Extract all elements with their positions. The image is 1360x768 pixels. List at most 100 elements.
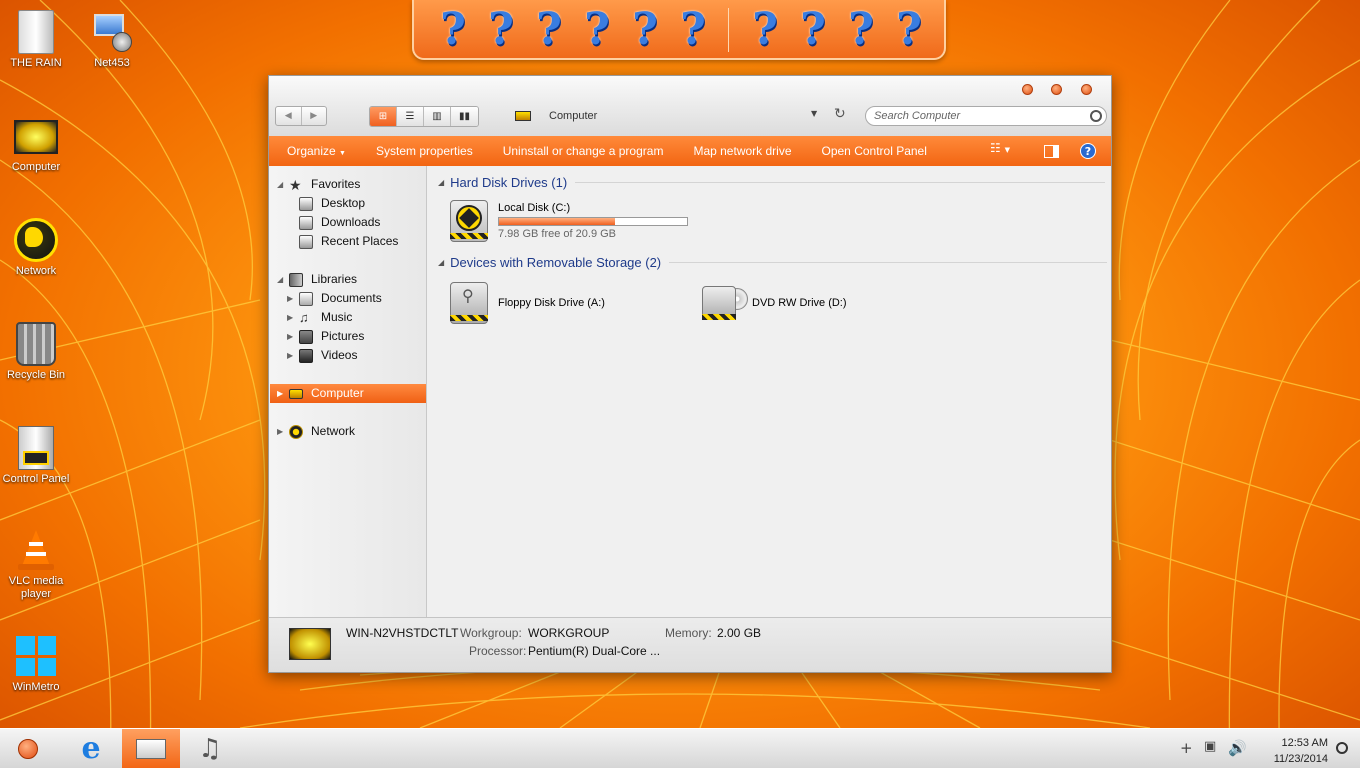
computer-icon bbox=[289, 628, 331, 660]
coverflow-view-button[interactable]: ▮▮ bbox=[451, 107, 478, 126]
memory-value: 2.00 GB bbox=[717, 626, 762, 640]
maximize-button[interactable] bbox=[1051, 84, 1062, 95]
nav-music[interactable]: ▶ ♫ Music bbox=[287, 308, 352, 327]
uninstall-program-button[interactable]: Uninstall or change a program bbox=[488, 144, 679, 158]
minimize-button[interactable] bbox=[1022, 84, 1033, 95]
desktop-icon-net453[interactable]: Net453 bbox=[72, 10, 152, 70]
dock: ? ? ? ? ? ? ? ? ? ? bbox=[412, 0, 946, 60]
taskbar-music-player[interactable]: ♫ bbox=[190, 729, 230, 768]
forward-button[interactable]: ▶ bbox=[300, 107, 327, 125]
list-view-button[interactable]: ☰ bbox=[397, 107, 424, 126]
network-tray-icon[interactable]: ▣ bbox=[1204, 739, 1216, 754]
music-note-icon: ♫ bbox=[198, 734, 222, 764]
nav-downloads[interactable]: Downloads bbox=[299, 213, 380, 232]
refresh-icon[interactable]: ↻ bbox=[834, 106, 846, 122]
columns-view-button[interactable]: ▥ bbox=[424, 107, 451, 126]
nav-buttons: ◀ ▶ bbox=[275, 106, 327, 126]
drive-local-disk-c[interactable]: Local Disk (C:) 7.98 GB free of 20.9 GB bbox=[448, 200, 688, 242]
internet-explorer-icon: e bbox=[81, 731, 101, 766]
downloads-icon bbox=[299, 215, 313, 230]
chevron-down-icon: ▼ bbox=[339, 150, 346, 157]
processor-label: Processor: bbox=[469, 644, 527, 658]
start-button[interactable] bbox=[10, 729, 46, 768]
desktop-icon-computer[interactable]: Computer bbox=[0, 114, 76, 174]
address-dropdown-icon[interactable]: ▼ bbox=[811, 109, 817, 118]
recycle-bin-icon bbox=[16, 322, 56, 366]
back-button[interactable]: ◀ bbox=[276, 107, 301, 125]
desktop-icon-the-rain[interactable]: THE RAIN bbox=[0, 10, 76, 70]
dock-item-1[interactable]: ? bbox=[434, 4, 472, 56]
collapse-icon: ▶ bbox=[287, 351, 294, 360]
organize-button[interactable]: Organize ▼ bbox=[269, 144, 361, 158]
dock-item-4[interactable]: ? bbox=[578, 4, 616, 56]
details-pane: WIN-N2VHSTDCTLT Workgroup: WORKGROUP Mem… bbox=[269, 617, 1111, 672]
drive-dvd-d[interactable]: DVD RW Drive (D:) bbox=[702, 282, 847, 324]
nav-recent-places[interactable]: Recent Places bbox=[299, 232, 398, 251]
change-view-icon[interactable]: ☷ ▼ bbox=[990, 141, 1010, 155]
collapse-icon: ▶ bbox=[277, 427, 284, 436]
desktop-icon-vlc[interactable]: VLC media player bbox=[0, 528, 76, 601]
dock-separator bbox=[728, 8, 729, 52]
view-switcher: ⊞ ☰ ▥ ▮▮ bbox=[369, 106, 479, 127]
folder-icon bbox=[136, 739, 166, 759]
show-hidden-icons-icon[interactable]: + bbox=[1180, 739, 1193, 757]
nav-pictures[interactable]: ▶ Pictures bbox=[287, 327, 364, 346]
nav-network[interactable]: ▶ Network bbox=[277, 422, 355, 441]
videos-icon bbox=[299, 348, 313, 363]
nav-videos[interactable]: ▶ Videos bbox=[287, 346, 357, 365]
command-bar: Organize ▼ System properties Uninstall o… bbox=[269, 136, 1111, 166]
dock-item-6[interactable]: ? bbox=[674, 4, 712, 56]
preview-pane-icon[interactable] bbox=[1044, 145, 1059, 158]
desktop-icon-control-panel[interactable]: Control Panel bbox=[0, 426, 76, 486]
system-properties-button[interactable]: System properties bbox=[361, 144, 488, 158]
libraries-icon bbox=[289, 272, 303, 287]
group-header-removable[interactable]: ◢ Devices with Removable Storage (2) bbox=[438, 255, 1108, 270]
close-button[interactable] bbox=[1081, 84, 1092, 95]
nav-documents[interactable]: ▶ Documents bbox=[287, 289, 382, 308]
map-network-drive-button[interactable]: Map network drive bbox=[678, 144, 806, 158]
music-icon: ♫ bbox=[299, 309, 309, 325]
expand-icon: ◢ bbox=[277, 180, 284, 189]
search-input[interactable]: Search Computer bbox=[865, 106, 1107, 126]
documents-icon bbox=[299, 291, 313, 306]
desktop-icon-recycle-bin[interactable]: Recycle Bin bbox=[0, 322, 76, 382]
help-icon[interactable]: ? bbox=[1080, 143, 1096, 159]
memory-label: Memory: bbox=[665, 626, 712, 640]
dock-item-3[interactable]: ? bbox=[530, 4, 568, 56]
taskbar-internet-explorer[interactable]: e bbox=[66, 729, 116, 768]
nav-computer[interactable]: ▶ Computer bbox=[270, 384, 426, 403]
network-computer-icon bbox=[90, 10, 134, 54]
drive-floppy-a[interactable]: ⚲ Floppy Disk Drive (A:) bbox=[448, 282, 605, 324]
collapse-icon: ▶ bbox=[287, 313, 294, 322]
search-icon bbox=[1090, 110, 1102, 122]
taskbar: e ♫ + ▣ 🔊 12:53 AM 11/23/2014 bbox=[0, 728, 1360, 768]
globe-icon bbox=[14, 218, 58, 262]
open-control-panel-button[interactable]: Open Control Panel bbox=[807, 144, 942, 158]
dock-item-5[interactable]: ? bbox=[626, 4, 664, 56]
title-bar: ◀ ▶ ⊞ ☰ ▥ ▮▮ Computer ▼ ↻ Search Compute… bbox=[269, 76, 1111, 136]
taskbar-explorer[interactable] bbox=[122, 729, 180, 768]
collapse-icon: ▶ bbox=[277, 389, 284, 398]
clock[interactable]: 12:53 AM 11/23/2014 bbox=[1274, 735, 1328, 767]
dock-item-7[interactable]: ? bbox=[746, 4, 784, 56]
start-orb-icon bbox=[18, 739, 38, 759]
desktop-icon-network[interactable]: Network bbox=[0, 218, 76, 278]
address-bar[interactable]: Computer bbox=[515, 107, 825, 125]
icons-view-button[interactable]: ⊞ bbox=[370, 107, 397, 126]
nav-libraries[interactable]: ◢ Libraries bbox=[277, 270, 357, 289]
hard-disk-icon bbox=[448, 200, 490, 242]
collapse-icon: ▶ bbox=[287, 294, 294, 303]
volume-icon[interactable]: 🔊 bbox=[1228, 739, 1247, 757]
nav-desktop[interactable]: Desktop bbox=[299, 194, 365, 213]
desktop-icon-winmetro[interactable]: WinMetro bbox=[0, 634, 76, 694]
dock-item-10[interactable]: ? bbox=[890, 4, 928, 56]
collapse-icon: ◢ bbox=[438, 258, 445, 267]
dock-item-2[interactable]: ? bbox=[482, 4, 520, 56]
dock-item-8[interactable]: ? bbox=[794, 4, 832, 56]
dock-item-9[interactable]: ? bbox=[842, 4, 880, 56]
group-header-hard-disks[interactable]: ◢ Hard Disk Drives (1) bbox=[438, 175, 1106, 190]
show-desktop-button[interactable] bbox=[1336, 742, 1348, 754]
nav-favorites[interactable]: ◢ ★ Favorites bbox=[277, 175, 360, 194]
control-panel-icon bbox=[18, 426, 54, 470]
collapse-icon: ▶ bbox=[287, 332, 294, 341]
